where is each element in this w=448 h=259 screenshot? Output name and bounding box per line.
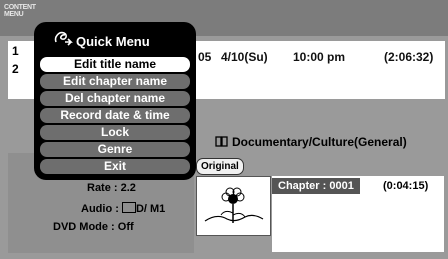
audio-info: Audio : D/ M1	[81, 202, 166, 215]
chapter-number-label: Chapter : 0001	[272, 178, 360, 194]
title-index-2: 2	[12, 62, 19, 76]
quick-menu-title: Quick Menu	[76, 34, 150, 49]
title-duration: (2:06:32)	[384, 50, 434, 64]
chapter-thumbnail[interactable]	[196, 176, 271, 236]
title-index-1: 1	[12, 44, 19, 58]
menu-item-edit-title-name[interactable]: Edit title name	[40, 57, 190, 72]
genre-icon	[215, 136, 228, 147]
dvd-mode-value: DVD Mode : Off	[53, 221, 134, 233]
menu-item-edit-chapter-name[interactable]: Edit chapter name	[40, 74, 190, 89]
quick-menu-icon	[54, 31, 73, 46]
genre-label: Documentary/Culture(General)	[232, 135, 407, 149]
menu-item-exit[interactable]: Exit	[40, 159, 190, 174]
content-menu-logo: CONTENT MENU	[4, 4, 36, 18]
menu-item-record-date-time[interactable]: Record date & time	[40, 108, 190, 123]
chapter-time: (0:04:15)	[383, 180, 429, 192]
channel-suffix: 05	[198, 50, 212, 64]
record-time: 10:00 pm	[293, 50, 346, 64]
record-date: 4/10(Su)	[221, 50, 268, 64]
menu-item-del-chapter-name[interactable]: Del chapter name	[40, 91, 190, 106]
rate-value: Rate : 2.2	[87, 182, 136, 194]
flower-illustration-icon	[197, 177, 270, 235]
original-badge: Original	[196, 158, 244, 175]
dolby-icon	[121, 202, 136, 213]
menu-item-genre[interactable]: Genre	[40, 142, 190, 157]
menu-item-lock[interactable]: Lock	[40, 125, 190, 140]
